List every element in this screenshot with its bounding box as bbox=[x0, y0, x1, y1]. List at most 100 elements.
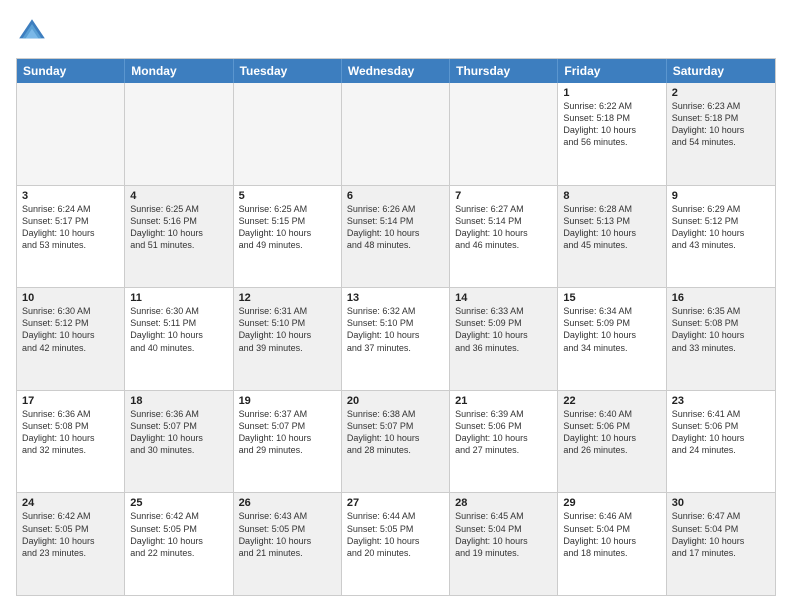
day-header: Sunday bbox=[17, 59, 125, 83]
calendar-cell: 7Sunrise: 6:27 AM Sunset: 5:14 PM Daylig… bbox=[450, 186, 558, 288]
day-number: 3 bbox=[22, 190, 119, 202]
calendar: SundayMondayTuesdayWednesdayThursdayFrid… bbox=[16, 58, 776, 596]
day-number: 25 bbox=[130, 497, 227, 509]
day-number: 15 bbox=[563, 292, 660, 304]
calendar-cell: 30Sunrise: 6:47 AM Sunset: 5:04 PM Dayli… bbox=[667, 493, 775, 595]
calendar-row: 17Sunrise: 6:36 AM Sunset: 5:08 PM Dayli… bbox=[17, 391, 775, 494]
calendar-grid: 1Sunrise: 6:22 AM Sunset: 5:18 PM Daylig… bbox=[17, 83, 775, 595]
calendar-cell: 17Sunrise: 6:36 AM Sunset: 5:08 PM Dayli… bbox=[17, 391, 125, 493]
calendar-cell: 19Sunrise: 6:37 AM Sunset: 5:07 PM Dayli… bbox=[234, 391, 342, 493]
cell-info: Sunrise: 6:39 AM Sunset: 5:06 PM Dayligh… bbox=[455, 408, 552, 457]
calendar-cell bbox=[125, 83, 233, 185]
calendar-cell bbox=[17, 83, 125, 185]
day-number: 17 bbox=[22, 395, 119, 407]
cell-info: Sunrise: 6:38 AM Sunset: 5:07 PM Dayligh… bbox=[347, 408, 444, 457]
calendar-cell: 3Sunrise: 6:24 AM Sunset: 5:17 PM Daylig… bbox=[17, 186, 125, 288]
day-header: Thursday bbox=[450, 59, 558, 83]
calendar-cell: 6Sunrise: 6:26 AM Sunset: 5:14 PM Daylig… bbox=[342, 186, 450, 288]
day-number: 30 bbox=[672, 497, 770, 509]
day-number: 27 bbox=[347, 497, 444, 509]
calendar-cell bbox=[450, 83, 558, 185]
calendar-cell: 23Sunrise: 6:41 AM Sunset: 5:06 PM Dayli… bbox=[667, 391, 775, 493]
day-header: Wednesday bbox=[342, 59, 450, 83]
day-number: 22 bbox=[563, 395, 660, 407]
calendar-cell: 20Sunrise: 6:38 AM Sunset: 5:07 PM Dayli… bbox=[342, 391, 450, 493]
day-number: 20 bbox=[347, 395, 444, 407]
calendar-cell bbox=[342, 83, 450, 185]
calendar-cell: 1Sunrise: 6:22 AM Sunset: 5:18 PM Daylig… bbox=[558, 83, 666, 185]
cell-info: Sunrise: 6:36 AM Sunset: 5:08 PM Dayligh… bbox=[22, 408, 119, 457]
calendar-cell: 5Sunrise: 6:25 AM Sunset: 5:15 PM Daylig… bbox=[234, 186, 342, 288]
day-header: Tuesday bbox=[234, 59, 342, 83]
calendar-cell: 4Sunrise: 6:25 AM Sunset: 5:16 PM Daylig… bbox=[125, 186, 233, 288]
cell-info: Sunrise: 6:47 AM Sunset: 5:04 PM Dayligh… bbox=[672, 510, 770, 559]
calendar-cell: 24Sunrise: 6:42 AM Sunset: 5:05 PM Dayli… bbox=[17, 493, 125, 595]
cell-info: Sunrise: 6:30 AM Sunset: 5:12 PM Dayligh… bbox=[22, 305, 119, 354]
cell-info: Sunrise: 6:31 AM Sunset: 5:10 PM Dayligh… bbox=[239, 305, 336, 354]
logo-icon bbox=[16, 16, 48, 48]
cell-info: Sunrise: 6:27 AM Sunset: 5:14 PM Dayligh… bbox=[455, 203, 552, 252]
day-number: 26 bbox=[239, 497, 336, 509]
day-number: 9 bbox=[672, 190, 770, 202]
cell-info: Sunrise: 6:40 AM Sunset: 5:06 PM Dayligh… bbox=[563, 408, 660, 457]
cell-info: Sunrise: 6:36 AM Sunset: 5:07 PM Dayligh… bbox=[130, 408, 227, 457]
day-number: 24 bbox=[22, 497, 119, 509]
cell-info: Sunrise: 6:44 AM Sunset: 5:05 PM Dayligh… bbox=[347, 510, 444, 559]
day-headers: SundayMondayTuesdayWednesdayThursdayFrid… bbox=[17, 59, 775, 83]
cell-info: Sunrise: 6:46 AM Sunset: 5:04 PM Dayligh… bbox=[563, 510, 660, 559]
cell-info: Sunrise: 6:26 AM Sunset: 5:14 PM Dayligh… bbox=[347, 203, 444, 252]
cell-info: Sunrise: 6:30 AM Sunset: 5:11 PM Dayligh… bbox=[130, 305, 227, 354]
day-number: 23 bbox=[672, 395, 770, 407]
calendar-cell: 25Sunrise: 6:42 AM Sunset: 5:05 PM Dayli… bbox=[125, 493, 233, 595]
calendar-cell: 10Sunrise: 6:30 AM Sunset: 5:12 PM Dayli… bbox=[17, 288, 125, 390]
cell-info: Sunrise: 6:42 AM Sunset: 5:05 PM Dayligh… bbox=[22, 510, 119, 559]
cell-info: Sunrise: 6:22 AM Sunset: 5:18 PM Dayligh… bbox=[563, 100, 660, 149]
cell-info: Sunrise: 6:25 AM Sunset: 5:15 PM Dayligh… bbox=[239, 203, 336, 252]
day-number: 2 bbox=[672, 87, 770, 99]
page: SundayMondayTuesdayWednesdayThursdayFrid… bbox=[0, 0, 792, 612]
day-number: 5 bbox=[239, 190, 336, 202]
logo bbox=[16, 16, 52, 48]
day-number: 28 bbox=[455, 497, 552, 509]
cell-info: Sunrise: 6:29 AM Sunset: 5:12 PM Dayligh… bbox=[672, 203, 770, 252]
day-number: 4 bbox=[130, 190, 227, 202]
cell-info: Sunrise: 6:24 AM Sunset: 5:17 PM Dayligh… bbox=[22, 203, 119, 252]
day-header: Monday bbox=[125, 59, 233, 83]
calendar-cell: 27Sunrise: 6:44 AM Sunset: 5:05 PM Dayli… bbox=[342, 493, 450, 595]
calendar-cell: 9Sunrise: 6:29 AM Sunset: 5:12 PM Daylig… bbox=[667, 186, 775, 288]
day-number: 18 bbox=[130, 395, 227, 407]
cell-info: Sunrise: 6:32 AM Sunset: 5:10 PM Dayligh… bbox=[347, 305, 444, 354]
calendar-cell: 16Sunrise: 6:35 AM Sunset: 5:08 PM Dayli… bbox=[667, 288, 775, 390]
cell-info: Sunrise: 6:45 AM Sunset: 5:04 PM Dayligh… bbox=[455, 510, 552, 559]
cell-info: Sunrise: 6:25 AM Sunset: 5:16 PM Dayligh… bbox=[130, 203, 227, 252]
day-number: 14 bbox=[455, 292, 552, 304]
cell-info: Sunrise: 6:41 AM Sunset: 5:06 PM Dayligh… bbox=[672, 408, 770, 457]
day-number: 1 bbox=[563, 87, 660, 99]
day-number: 16 bbox=[672, 292, 770, 304]
calendar-row: 10Sunrise: 6:30 AM Sunset: 5:12 PM Dayli… bbox=[17, 288, 775, 391]
calendar-cell bbox=[234, 83, 342, 185]
calendar-cell: 28Sunrise: 6:45 AM Sunset: 5:04 PM Dayli… bbox=[450, 493, 558, 595]
cell-info: Sunrise: 6:42 AM Sunset: 5:05 PM Dayligh… bbox=[130, 510, 227, 559]
day-number: 7 bbox=[455, 190, 552, 202]
day-number: 13 bbox=[347, 292, 444, 304]
calendar-cell: 26Sunrise: 6:43 AM Sunset: 5:05 PM Dayli… bbox=[234, 493, 342, 595]
day-number: 29 bbox=[563, 497, 660, 509]
day-number: 12 bbox=[239, 292, 336, 304]
day-number: 6 bbox=[347, 190, 444, 202]
cell-info: Sunrise: 6:34 AM Sunset: 5:09 PM Dayligh… bbox=[563, 305, 660, 354]
day-number: 10 bbox=[22, 292, 119, 304]
day-number: 11 bbox=[130, 292, 227, 304]
calendar-cell: 15Sunrise: 6:34 AM Sunset: 5:09 PM Dayli… bbox=[558, 288, 666, 390]
calendar-row: 24Sunrise: 6:42 AM Sunset: 5:05 PM Dayli… bbox=[17, 493, 775, 595]
calendar-row: 3Sunrise: 6:24 AM Sunset: 5:17 PM Daylig… bbox=[17, 186, 775, 289]
calendar-cell: 22Sunrise: 6:40 AM Sunset: 5:06 PM Dayli… bbox=[558, 391, 666, 493]
calendar-cell: 21Sunrise: 6:39 AM Sunset: 5:06 PM Dayli… bbox=[450, 391, 558, 493]
cell-info: Sunrise: 6:23 AM Sunset: 5:18 PM Dayligh… bbox=[672, 100, 770, 149]
calendar-cell: 14Sunrise: 6:33 AM Sunset: 5:09 PM Dayli… bbox=[450, 288, 558, 390]
cell-info: Sunrise: 6:35 AM Sunset: 5:08 PM Dayligh… bbox=[672, 305, 770, 354]
calendar-row: 1Sunrise: 6:22 AM Sunset: 5:18 PM Daylig… bbox=[17, 83, 775, 186]
calendar-cell: 11Sunrise: 6:30 AM Sunset: 5:11 PM Dayli… bbox=[125, 288, 233, 390]
cell-info: Sunrise: 6:43 AM Sunset: 5:05 PM Dayligh… bbox=[239, 510, 336, 559]
day-header: Friday bbox=[558, 59, 666, 83]
